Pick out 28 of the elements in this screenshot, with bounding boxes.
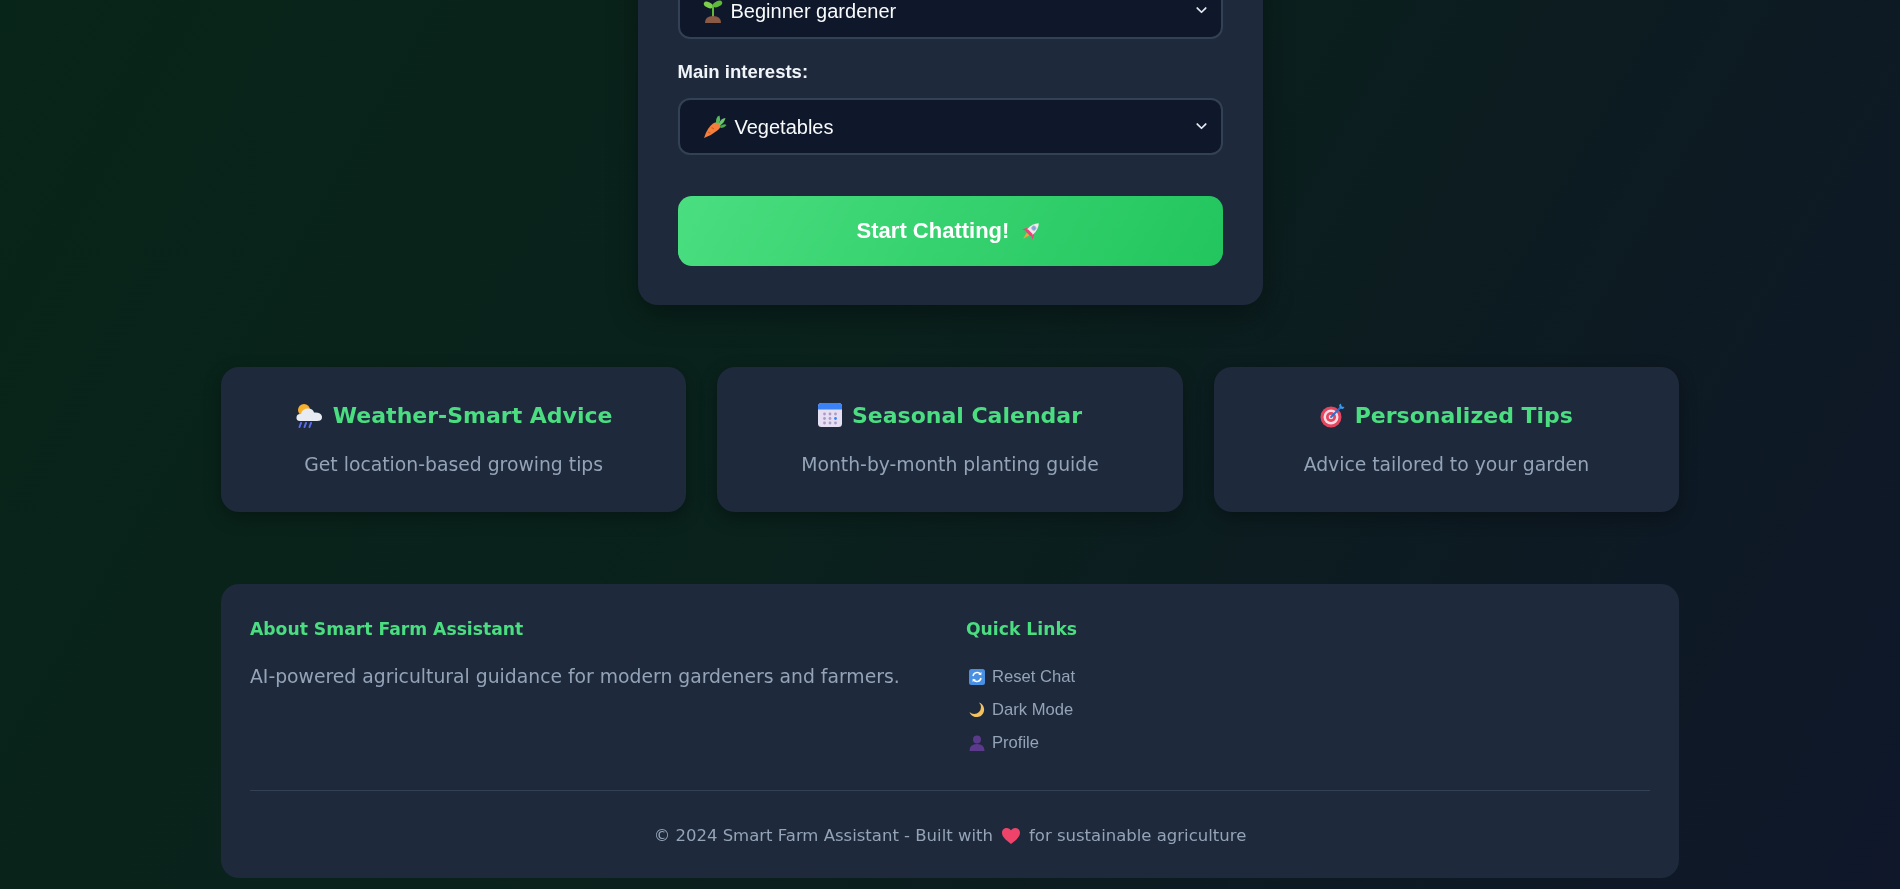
quick-link[interactable]: Dark Mode: [966, 698, 1074, 722]
experience-dropdown[interactable]: Beginner gardener: [677, 0, 1223, 39]
feature-description: Month-by-month planting guide: [801, 453, 1099, 477]
cloud-rain-sun-icon: [294, 402, 323, 428]
refresh-icon: [969, 669, 985, 685]
crescent-moon-icon: [969, 702, 985, 718]
interests-dropdown[interactable]: Vegetables: [677, 98, 1223, 155]
feature-description: Get location-based growing tips: [304, 453, 604, 477]
quick-link[interactable]: Profile: [966, 731, 1040, 755]
heart-icon: [1002, 828, 1020, 844]
copyright-text: for sustainable agriculture: [1029, 825, 1247, 847]
feature-title: Weather-Smart Advice: [332, 402, 613, 428]
quick-link[interactable]: Reset Chat: [966, 665, 1075, 689]
seedling-icon: [702, 0, 723, 23]
carrot-icon: [702, 114, 727, 139]
copyright-text: © 2024 Smart Farm Assistant - Built with: [653, 825, 993, 847]
about-text: AI-powered agricultural guidance for modern gardeners and farmers.: [250, 665, 901, 689]
feature-description: Advice tailored to your garden: [1303, 453, 1590, 477]
feature-title: Seasonal Calendar: [851, 402, 1083, 428]
calendar-icon: [817, 403, 842, 427]
chevron-down-icon: [1195, 7, 1207, 14]
chevron-down-icon: [1195, 123, 1207, 130]
footer-heading: Quick Links: [966, 618, 1079, 641]
footer-heading: About Smart Farm Assistant: [250, 618, 525, 641]
person-icon: [969, 735, 985, 751]
feature-title: Personalized Tips: [1354, 402, 1573, 428]
target-icon: [1319, 402, 1345, 428]
field-label: Main interests:: [677, 60, 810, 84]
